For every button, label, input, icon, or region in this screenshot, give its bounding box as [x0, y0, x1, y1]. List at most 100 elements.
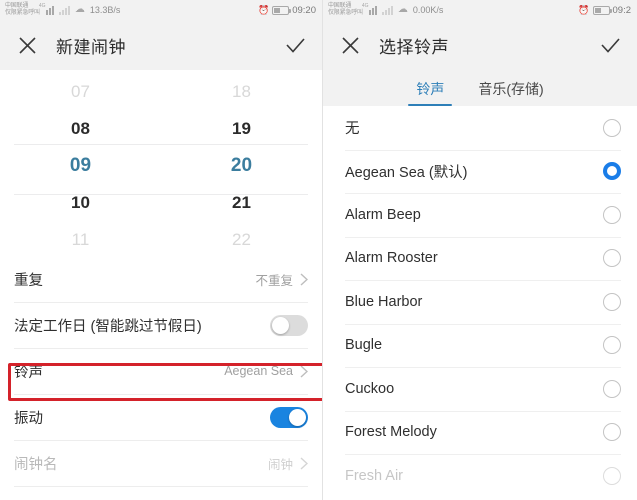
wifi-icon: ☁	[74, 4, 85, 15]
tab-music-storage[interactable]: 音乐(存储)	[478, 79, 543, 106]
carrier-label: 中国联通 仅限紧急呼叫	[328, 3, 363, 17]
setting-value: Aegean Sea	[224, 364, 293, 378]
ringtone-list: 无 Aegean Sea (默认) Alarm Beep Alarm Roost…	[323, 106, 637, 498]
network-type-label: 4G	[38, 3, 46, 9]
signal-bars-secondary-icon	[381, 5, 393, 15]
alarm-clock-icon: ⏰	[578, 4, 590, 15]
minute-wheel[interactable]: 18 19 20 21 22	[161, 74, 322, 256]
list-item[interactable]: Fresh Air	[345, 454, 621, 498]
ringtone-source-tabs: 铃声 音乐(存储)	[323, 70, 637, 106]
setting-row-alarm-name[interactable]: 闹钟名 闹钟	[14, 440, 308, 486]
network-type-label: 4G	[361, 3, 369, 9]
close-icon[interactable]	[16, 34, 38, 56]
check-icon[interactable]	[599, 34, 621, 56]
ringtone-name: Blue Harbor	[345, 293, 423, 310]
picker-divider-bottom	[14, 194, 308, 195]
carrier-line-2: 仅限紧急呼叫	[328, 10, 363, 16]
ringtone-name: Alarm Beep	[345, 206, 421, 223]
list-item[interactable]: Bugle	[345, 323, 621, 368]
minute-option[interactable]: 22	[232, 221, 251, 258]
list-item[interactable]: Aegean Sea (默认)	[345, 149, 621, 194]
minute-option[interactable]: 19	[232, 110, 251, 147]
ringtone-radio-selected[interactable]	[603, 162, 621, 181]
close-icon[interactable]	[339, 34, 361, 56]
right-phone-screen: 中国联通 仅限紧急呼叫 4G ☁ 0.00K/s ⏰ 09:2 选择铃声 铃声 …	[322, 0, 637, 500]
tab-ringtones[interactable]: 铃声	[408, 79, 453, 106]
ringtone-radio[interactable]	[603, 118, 621, 137]
setting-label: 闹钟名	[14, 456, 58, 473]
left-phone-screen: 中国联通 仅限紧急呼叫 4G ☁ 13.3B/s ⏰ 09:20 新建闹钟 07…	[0, 0, 322, 500]
left-app-bar: 新建闹钟	[0, 20, 322, 70]
ringtone-name: Forest Melody	[345, 424, 437, 441]
dual-screenshot-container: 中国联通 仅限紧急呼叫 4G ☁ 13.3B/s ⏰ 09:20 新建闹钟 07…	[0, 0, 637, 500]
setting-row-workday[interactable]: 法定工作日 (智能跳过节假日)	[14, 302, 308, 348]
wifi-icon: ☁	[397, 4, 408, 15]
setting-label: 法定工作日 (智能跳过节假日)	[14, 318, 202, 335]
right-status-bar: 中国联通 仅限紧急呼叫 4G ☁ 0.00K/s ⏰ 09:2	[323, 0, 637, 20]
signal-bars-icon: 4G	[362, 3, 380, 15]
setting-row-ringtone[interactable]: 铃声 Aegean Sea	[14, 348, 308, 394]
page-title: 选择铃声	[379, 37, 449, 57]
battery-icon	[592, 5, 612, 15]
ringtone-radio[interactable]	[603, 379, 621, 398]
list-item[interactable]: Forest Melody	[345, 410, 621, 455]
page-title: 新建闹钟	[56, 37, 126, 57]
ringtone-radio[interactable]	[603, 292, 621, 311]
list-item[interactable]: Alarm Rooster	[345, 236, 621, 281]
ringtone-radio[interactable]	[603, 466, 621, 485]
hour-option[interactable]: 07	[71, 73, 90, 110]
ringtone-radio[interactable]	[603, 249, 621, 268]
carrier-line-1: 中国联通	[328, 3, 352, 9]
minute-option[interactable]: 18	[232, 73, 251, 110]
setting-value: 闹钟	[267, 457, 293, 472]
ringtone-radio[interactable]	[603, 205, 621, 224]
minute-option-selected[interactable]: 20	[231, 147, 252, 184]
ringtone-name: 无	[345, 121, 360, 138]
ringtone-radio[interactable]	[603, 336, 621, 355]
check-icon[interactable]	[284, 34, 306, 56]
carrier-line-1: 中国联通	[5, 3, 29, 9]
ringtone-name: Cuckoo	[345, 380, 395, 397]
setting-row-vibrate[interactable]: 振动	[14, 394, 308, 440]
time-picker[interactable]: 07 08 09 10 11 18 19 20 21 22	[0, 70, 322, 256]
setting-label: 铃声	[14, 364, 43, 381]
network-speed-label: 13.3B/s	[89, 5, 121, 15]
hour-option[interactable]: 08	[71, 110, 90, 147]
hour-option[interactable]: 11	[72, 221, 90, 258]
setting-label: 振动	[14, 410, 43, 427]
alarm-clock-icon: ⏰	[258, 4, 270, 15]
network-speed-label: 0.00K/s	[412, 5, 444, 15]
list-item[interactable]: 无	[345, 106, 621, 150]
alarm-settings-list: 重复 不重复 法定工作日 (智能跳过节假日) 铃声 Aegean Sea 振动	[0, 256, 322, 487]
hour-option[interactable]: 10	[71, 184, 90, 221]
setting-value: 不重复	[255, 273, 293, 288]
battery-icon	[272, 5, 292, 15]
list-bottom-divider	[14, 486, 308, 487]
signal-bars-icon: 4G	[39, 3, 57, 15]
ringtone-radio[interactable]	[603, 423, 621, 442]
hour-wheel[interactable]: 07 08 09 10 11	[0, 74, 161, 256]
setting-label: 重复	[14, 272, 43, 289]
setting-row-repeat[interactable]: 重复 不重复	[14, 256, 308, 302]
ringtone-name: Alarm Rooster	[345, 250, 438, 267]
status-right-group: ⏰ 09:20	[258, 5, 316, 16]
hour-option-selected[interactable]: 09	[70, 147, 91, 184]
workday-toggle[interactable]	[270, 314, 308, 336]
list-item[interactable]: Cuckoo	[345, 367, 621, 411]
carrier-label: 中国联通 仅限紧急呼叫	[5, 3, 40, 17]
status-clock: 09:2	[612, 4, 632, 16]
carrier-line-2: 仅限紧急呼叫	[5, 10, 40, 16]
list-item[interactable]: Blue Harbor	[345, 280, 621, 324]
right-app-bar: 选择铃声	[323, 20, 637, 70]
chevron-right-icon	[300, 272, 308, 286]
left-status-bar: 中国联通 仅限紧急呼叫 4G ☁ 13.3B/s ⏰ 09:20	[0, 0, 322, 20]
ringtone-name: Aegean Sea (默认)	[345, 164, 468, 181]
vibrate-toggle[interactable]	[270, 406, 308, 428]
list-item[interactable]: Alarm Beep	[345, 193, 621, 237]
signal-bars-secondary-icon	[58, 5, 70, 15]
chevron-right-icon	[300, 456, 308, 470]
picker-divider-top	[14, 144, 308, 145]
status-right-group: ⏰ 09:2	[578, 5, 631, 16]
signal-icons: 4G ☁	[362, 3, 408, 15]
minute-option[interactable]: 21	[232, 184, 251, 221]
